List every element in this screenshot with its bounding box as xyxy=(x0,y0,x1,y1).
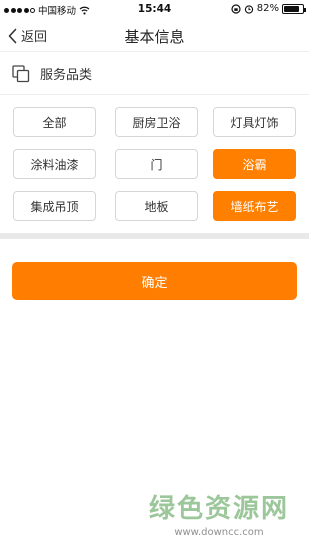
status-right: 82% xyxy=(231,3,306,14)
watermark-title: 绿色资源网 xyxy=(148,494,289,524)
copy-icon xyxy=(12,64,30,82)
lock-rotation-icon xyxy=(231,3,241,14)
category-button-bath-heater[interactable]: 浴霸 xyxy=(213,149,296,179)
battery-icon xyxy=(282,3,306,14)
status-bar: 中国移动 15:44 82% xyxy=(0,0,309,18)
category-button-kitchen-bath[interactable]: 厨房卫浴 xyxy=(115,107,198,137)
category-button-door[interactable]: 门 xyxy=(115,149,198,179)
section-header: 服务品类 xyxy=(0,53,309,95)
watermark-url: www.downcc.com xyxy=(174,527,264,538)
alarm-icon xyxy=(244,4,253,14)
battery-percent: 82% xyxy=(256,3,279,14)
battery-fill xyxy=(284,5,299,12)
watermark: 绿色资源网 www.downcc.com xyxy=(149,488,289,538)
category-button-flooring[interactable]: 地板 xyxy=(115,191,198,221)
section-divider xyxy=(0,233,309,239)
nav-bar: 返回 基本信息 xyxy=(0,18,309,52)
category-button-ceiling[interactable]: 集成吊顶 xyxy=(13,191,96,221)
section-title: 服务品类 xyxy=(40,68,93,83)
category-button-all[interactable]: 全部 xyxy=(13,107,96,137)
category-button-lighting[interactable]: 灯具灯饰 xyxy=(213,107,296,137)
page-title: 基本信息 xyxy=(124,28,185,46)
category-button-wallpaper[interactable]: 墙纸布艺 xyxy=(213,191,296,221)
confirm-button[interactable]: 确定 xyxy=(12,262,297,300)
category-button-paint[interactable]: 涂料油漆 xyxy=(13,149,96,179)
